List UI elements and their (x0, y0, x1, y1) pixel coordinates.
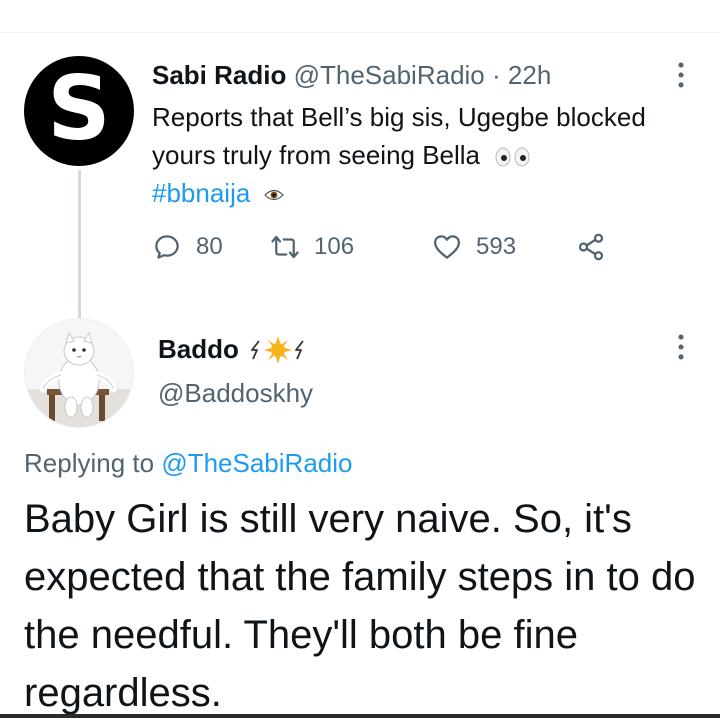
more-icon[interactable] (664, 330, 698, 364)
parent-tweet-text: Reports that Bell’s big sis, Ugegbe bloc… (152, 98, 692, 212)
lightning-emoji-icon (294, 339, 304, 359)
reply-handle[interactable]: @Baddoskhy (158, 378, 313, 409)
hashtag-link[interactable]: #bbnaija (152, 178, 250, 208)
retweet-icon (271, 235, 299, 259)
retweet-count: 106 (314, 233, 355, 260)
replying-to-line: Replying to @TheSabiRadio (24, 448, 352, 479)
thread-connector-line (78, 170, 81, 320)
share-icon (578, 233, 604, 261)
parent-timestamp[interactable]: 22h (508, 60, 551, 90)
parent-tweet-header: Sabi Radio @TheSabiRadio · 22h (152, 60, 551, 91)
reply-icon (155, 235, 179, 259)
bottom-edge-bar (0, 714, 720, 718)
parent-handle[interactable]: @TheSabiRadio (294, 60, 485, 90)
replying-to-label: Replying to (24, 448, 155, 478)
avatar-letter: S (47, 57, 111, 160)
baddo-avatar[interactable] (24, 318, 134, 428)
like-count: 593 (476, 233, 517, 260)
reply-display-name[interactable]: Baddo (158, 334, 239, 365)
retweet-action[interactable]: 106 (270, 232, 354, 262)
eyes-emoji-icon (495, 147, 530, 167)
header-separator: · (492, 60, 501, 90)
parent-tweet-body: Reports that Bell’s big sis, Ugegbe bloc… (152, 102, 646, 170)
reply-action[interactable]: 80 (152, 232, 223, 262)
reply-tweet-text: Baby Girl is still very naive. So, it's … (24, 497, 696, 715)
sun-emoji-icon (263, 335, 292, 364)
lightning-emoji-icon (250, 339, 260, 359)
like-action[interactable]: 593 (432, 232, 516, 262)
persian-cat-avatar-image (25, 319, 133, 427)
eye-emoji-icon (263, 190, 284, 201)
share-action[interactable] (576, 232, 606, 262)
reply-count: 80 (196, 233, 223, 260)
tweet-actions-bar: 80 106 593 (152, 232, 632, 272)
parent-display-name[interactable]: Sabi Radio (152, 60, 286, 90)
top-divider (0, 32, 720, 33)
sabi-radio-avatar[interactable]: S (24, 56, 134, 166)
like-icon (434, 235, 460, 259)
name-emoji-decoration (249, 335, 307, 365)
more-icon[interactable] (664, 58, 698, 92)
reply-display-name-row[interactable]: Baddo (158, 334, 307, 365)
replying-to-mention[interactable]: @TheSabiRadio (161, 448, 352, 478)
